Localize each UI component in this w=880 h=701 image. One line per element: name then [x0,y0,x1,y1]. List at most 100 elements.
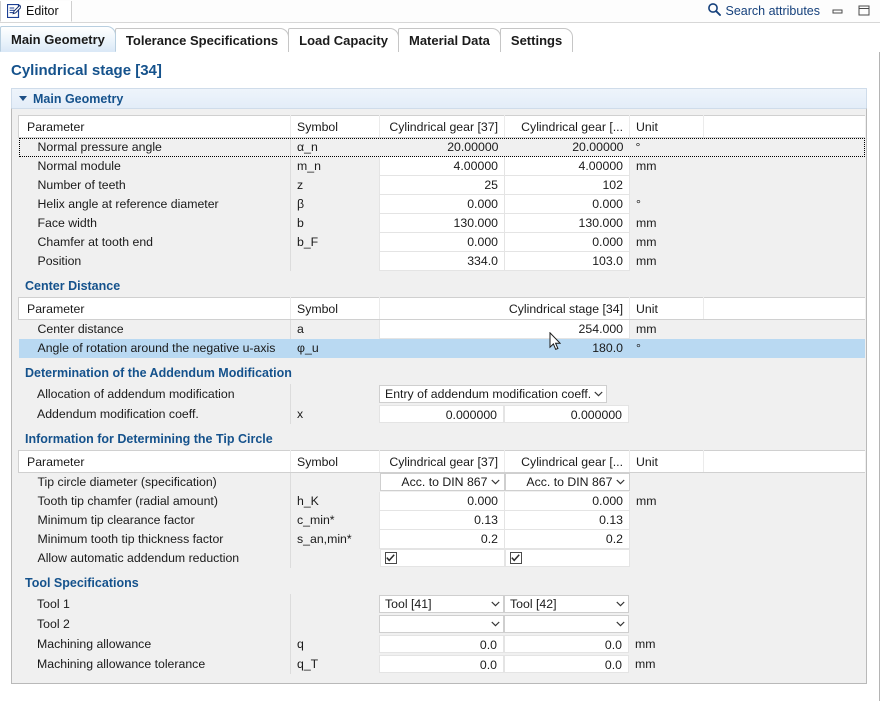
table-row[interactable]: Minimum tooth tip thickness factor s_an,… [18,529,865,549]
tab-tolerance-specifications[interactable]: Tolerance Specifications [114,28,290,52]
row-value-2[interactable]: 103.0 [504,251,630,271]
heading-tip-circle: Information for Determining the Tip Circ… [25,432,273,446]
row-spacer [703,232,865,252]
row-value-2[interactable]: 0.2 [504,529,630,549]
row-value-2[interactable]: 0.000 [504,491,630,511]
addendum-coeff-input-2[interactable]: 0.000000 [504,405,629,423]
row-unit: ° [629,338,704,358]
table-row[interactable]: Normal pressure angle α_n 20.00000 20.00… [18,137,865,157]
checkbox-checked-icon[interactable] [384,552,397,565]
chevron-down-icon[interactable] [487,621,503,627]
row-value-1[interactable]: 0.000 [379,194,505,214]
row-unit: mm [629,491,704,511]
addendum-coeff-input-1[interactable]: 0.000000 [379,405,504,423]
col-unit[interactable]: Unit [629,450,704,473]
table-row[interactable]: Position 334.0 103.0 mm [18,251,865,271]
machining-allowance-input-2[interactable]: 0.0 [504,634,629,653]
col-gear-37[interactable]: Cylindrical gear [37] [379,450,505,473]
col-symbol[interactable]: Symbol [290,297,380,320]
table-row[interactable]: Tip circle diameter (specification) Acc.… [18,472,865,492]
chevron-down-icon[interactable] [613,479,629,485]
row-value-2[interactable]: 0.000 [504,194,630,214]
col-parameter[interactable]: Parameter [18,450,291,473]
col-parameter[interactable]: Parameter [18,115,291,138]
row-param: Face width [18,213,291,233]
tab-main-geometry[interactable]: Main Geometry [0,26,116,52]
chevron-down-icon[interactable] [612,621,628,627]
dropdown-value: Acc. to DIN 867 [526,475,613,490]
tip-circle-spec-dropdown-1[interactable]: Acc. to DIN 867 [379,473,505,492]
row-spacer [703,338,865,358]
row-value-2[interactable]: 102 [504,175,630,195]
row-value-1[interactable]: 4.00000 [379,156,505,176]
machining-allowance-tolerance-input-2[interactable]: 0.0 [504,654,629,673]
row-value-2[interactable]: 4.00000 [504,156,630,176]
table-row[interactable]: Helix angle at reference diameter β 0.00… [18,194,865,214]
row-value-2[interactable]: 130.000 [504,213,630,233]
row-value-2[interactable]: 0.000 [504,232,630,252]
addendum-reduction-cell-2[interactable] [504,549,630,568]
row-value-1[interactable]: 0.000 [379,232,505,252]
tool-1-dropdown-1[interactable]: Tool [41] [379,594,504,613]
col-gear-2[interactable]: Cylindrical gear [... [504,450,630,473]
row-value-2[interactable]: 0.13 [504,510,630,530]
minimize-button[interactable] [830,4,846,18]
machining-allowance-input-1[interactable]: 0.0 [379,634,504,653]
row-value-1[interactable]: 130.000 [379,213,505,233]
table-row-selected[interactable]: Angle of rotation around the negative u-… [18,338,865,358]
view-tab-editor[interactable]: Editor [0,1,72,22]
row-value-1[interactable]: 0.13 [379,510,505,530]
machining-allowance-tolerance-input-1[interactable]: 0.0 [379,654,504,673]
checkbox-checked-icon[interactable] [509,552,522,565]
section-header-main-geometry[interactable]: Main Geometry [11,88,867,108]
table-row[interactable]: Allow automatic addendum reduction [18,548,865,568]
row-value-1[interactable]: 334.0 [379,251,505,271]
col-gear-2[interactable]: Cylindrical gear [... [504,115,630,138]
table-row[interactable]: Face width b 130.000 130.000 mm [18,213,865,233]
row-value-1[interactable]: 180.0 [379,338,630,358]
row-unit: mm [629,251,704,271]
row-value-1[interactable]: 0.000 [379,491,505,511]
col-gear-37[interactable]: Cylindrical gear [37] [379,115,505,138]
tool-2-dropdown-2[interactable] [504,614,629,633]
row-symbol: b [290,213,380,233]
tool-2-dropdown-1[interactable] [379,614,504,633]
row-value-1[interactable]: 0.2 [379,529,505,549]
restore-button[interactable] [856,4,872,18]
row-value-2[interactable]: 20.00000 [504,137,630,157]
search-attributes-button[interactable]: Search attributes [707,2,820,19]
row-unit [629,472,704,492]
row-symbol: b_F [290,232,380,252]
table-row[interactable]: Minimum tip clearance factor c_min* 0.13… [18,510,865,530]
row-symbol [290,384,379,404]
col-symbol[interactable]: Symbol [290,115,380,138]
col-symbol[interactable]: Symbol [290,450,380,473]
row-value-1[interactable]: 20.00000 [379,137,505,157]
row-spacer [703,510,865,530]
col-cylindrical-stage-34[interactable]: Cylindrical stage [34] [379,297,630,320]
tool-1-dropdown-2[interactable]: Tool [42] [504,594,629,613]
table-header-row: Parameter Symbol Cylindrical stage [34] … [18,297,865,320]
col-unit[interactable]: Unit [629,297,704,320]
table-row[interactable]: Center distance a 254.000 mm [18,319,865,339]
tab-settings[interactable]: Settings [499,28,574,52]
chevron-down-icon[interactable] [487,601,503,607]
tip-circle-spec-dropdown-2[interactable]: Acc. to DIN 867 [504,473,630,492]
table-row[interactable]: Chamfer at tooth end b_F 0.000 0.000 mm [18,232,865,252]
row-value-1[interactable]: 25 [379,175,505,195]
row-value-1[interactable]: 254.000 [379,319,630,339]
tab-load-capacity[interactable]: Load Capacity [288,28,399,52]
chevron-down-icon[interactable] [590,391,606,397]
row-symbol: α_n [290,137,380,157]
table-row[interactable]: Tooth tip chamfer (radial amount) h_K 0.… [18,491,865,511]
addendum-reduction-cell-1[interactable] [379,549,505,568]
col-unit[interactable]: Unit [629,115,704,138]
chevron-down-icon[interactable] [19,96,27,101]
allocation-addendum-dropdown[interactable]: Entry of addendum modification coeff. [379,385,607,403]
tab-material-data[interactable]: Material Data [397,28,501,52]
table-row[interactable]: Number of teeth z 25 102 [18,175,865,195]
table-row[interactable]: Normal module m_n 4.00000 4.00000 mm [18,156,865,176]
col-parameter[interactable]: Parameter [18,297,291,320]
chevron-down-icon[interactable] [612,601,628,607]
chevron-down-icon[interactable] [488,479,504,485]
